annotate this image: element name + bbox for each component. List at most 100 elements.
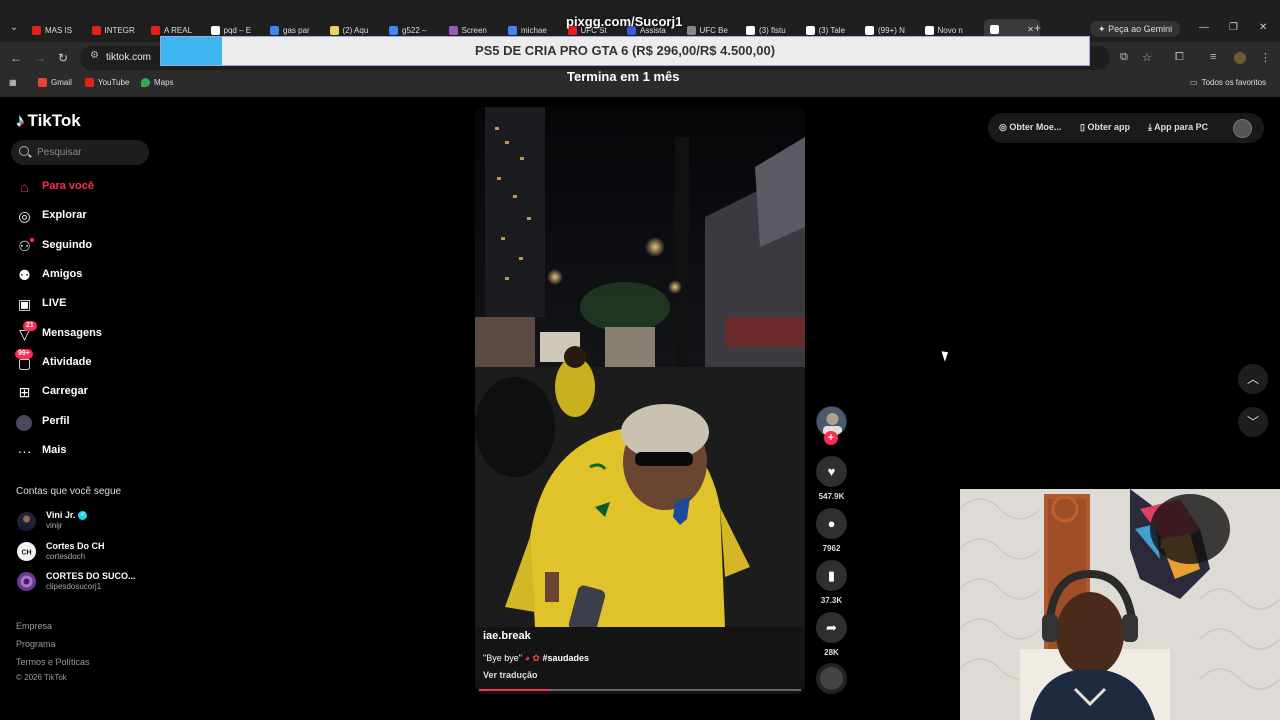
nav-explorar[interactable]: ◎ Explorar [16, 205, 86, 227]
share-button[interactable]: ➦ [816, 612, 847, 643]
account-avatar[interactable]: CH [17, 542, 36, 561]
notification-dot [30, 237, 34, 242]
all-bookmarks[interactable]: ▭ Todos os favoritos [1190, 78, 1266, 87]
comment-icon: ● [827, 516, 836, 531]
previous-video-button[interactable]: ︿ [1238, 364, 1268, 394]
new-tab-button[interactable]: + [1034, 21, 1041, 35]
nav-amigos[interactable]: ⚉ Amigos [16, 264, 82, 286]
close-tab-icon[interactable]: ✕ [1027, 25, 1034, 34]
account-handle: vinijr [46, 521, 63, 530]
activity-badge: 99+ [15, 348, 33, 359]
nav-live[interactable]: ▣ LIVE [16, 293, 67, 315]
like-button[interactable]: ♥ [816, 456, 847, 487]
tab-search-button[interactable]: ⌄ [6, 20, 22, 36]
get-app-button[interactable]: ▯ Obter app [1080, 122, 1130, 133]
profile-avatar[interactable] [1233, 119, 1252, 138]
paper-plane-icon: ▽ 21 [16, 320, 37, 343]
extensions-icon[interactable]: ⧠ [1175, 51, 1184, 64]
tab-label: (2) Aqu [342, 25, 369, 35]
pc-app-button[interactable]: ⤓ App para PC [1148, 122, 1208, 133]
tab-label: gas par [283, 25, 310, 35]
video-player[interactable] [475, 107, 805, 694]
save-count: 37.3K [820, 596, 843, 605]
search-icon[interactable] [19, 146, 29, 156]
nav-mais[interactable]: ··· Mais [16, 440, 67, 462]
bookmark-star-icon[interactable]: ☆ [1142, 51, 1152, 64]
tab-favicon-icon [32, 25, 41, 35]
video-progress-fill [479, 689, 550, 691]
nav-mensagens[interactable]: ▽ 21 Mensagens [16, 320, 102, 345]
emoji-icon: ◕ [524, 653, 530, 663]
profile-avatar[interactable] [1234, 52, 1246, 64]
menu-icon[interactable]: ⋮ [1260, 51, 1271, 64]
maps-icon [141, 78, 150, 87]
music-disc-icon[interactable] [816, 663, 847, 694]
install-app-icon[interactable]: ⧉ [1120, 51, 1128, 64]
nav-perfil[interactable]: Perfil [16, 411, 70, 433]
account-name[interactable]: CORTES DO SUCO... [46, 571, 136, 581]
footer-empresa-link[interactable]: Empresa [16, 621, 52, 631]
share-icon: ➦ [826, 620, 837, 635]
bookmark-label: Maps [154, 78, 174, 87]
tab-favicon-icon [746, 25, 755, 35]
get-coins-button[interactable]: ◎ Obter Moe... [999, 122, 1061, 133]
overlay-title: pixgg.com/Sucorj1 [566, 14, 683, 29]
site-info-icon[interactable]: ⚙ [90, 50, 99, 61]
maximize-button[interactable]: ❐ [1229, 22, 1238, 33]
tab-favicon-icon [686, 25, 696, 35]
bookmark-label: YouTube [98, 78, 130, 87]
forward-icon[interactable]: → [34, 51, 46, 65]
back-icon[interactable]: ← [10, 51, 22, 65]
nav-atividade[interactable]: ▢ 99+ Atividade [15, 348, 92, 374]
nav-seguindo[interactable]: ⚇ Seguindo [16, 235, 92, 257]
tab-label: michae [521, 25, 547, 35]
video-progress-bar[interactable] [479, 689, 801, 691]
media-control-icon[interactable]: ≡ [1210, 51, 1216, 63]
browser-tab[interactable]: MAS IS [32, 22, 84, 38]
gemini-button[interactable]: ✦ Peça ao Gemini [1090, 21, 1181, 37]
bookmark-gmail[interactable]: Gmail [38, 78, 72, 87]
tab-label: UFC Be [699, 25, 728, 35]
folder-icon: ▭ [1190, 78, 1198, 87]
follow-button[interactable]: + [824, 431, 838, 445]
save-button[interactable]: ▮ [816, 560, 847, 591]
share-count: 28K [824, 648, 839, 657]
apps-icon[interactable]: ▦ [9, 78, 17, 87]
minimize-button[interactable]: — [1199, 22, 1209, 33]
get-app-label: Obter app [1087, 122, 1130, 132]
see-translation-link[interactable]: Ver tradução [483, 670, 538, 680]
tab-label: g522 – [402, 25, 427, 35]
account-name[interactable]: Vini Jr. ✓ [46, 510, 88, 521]
bookmark-maps[interactable]: Maps [141, 78, 174, 87]
hashtag-link[interactable]: #saudades [542, 653, 589, 663]
search-input[interactable] [37, 146, 142, 159]
tiktok-note-icon: ♪ [16, 111, 25, 130]
account-avatar[interactable] [17, 512, 36, 531]
nav-label: Seguindo [42, 239, 93, 251]
webcam-frame [960, 489, 1280, 720]
nav-carregar[interactable]: ⊞ Carregar [16, 381, 88, 403]
bookmark-youtube[interactable]: YouTube [85, 78, 129, 87]
tiktok-logo[interactable]: ♪ TikTok [16, 111, 81, 131]
nav-label: Mais [42, 444, 67, 456]
reload-icon[interactable]: ↻ [58, 51, 68, 65]
comment-button[interactable]: ● [816, 508, 847, 539]
footer-terms-link[interactable]: Termos e Políticas [16, 657, 90, 667]
footer-programa-link[interactable]: Programa [16, 639, 56, 649]
nav-label: Amigos [42, 268, 83, 280]
compass-icon: ◎ [18, 207, 31, 224]
tab-label: INTEGR [104, 25, 135, 35]
tab-label: A REAL [164, 25, 193, 35]
account-name[interactable]: Cortes Do CH [46, 541, 105, 551]
account-avatar[interactable] [17, 572, 36, 591]
nav-label: Carregar [42, 385, 88, 397]
download-icon: ⤓ [1148, 122, 1152, 132]
nav-para-voce[interactable]: ⌂ Para você [16, 176, 94, 198]
account-name-text: Vini Jr. [46, 510, 76, 520]
more-icon: ··· [17, 442, 32, 459]
close-window-button[interactable]: ✕ [1259, 22, 1267, 33]
next-video-button[interactable]: ﹀ [1238, 407, 1268, 437]
video-author-handle[interactable]: iae.break [483, 630, 531, 642]
browser-tab[interactable]: INTEGR [91, 22, 144, 38]
url-text[interactable]: tiktok.com [106, 52, 151, 63]
